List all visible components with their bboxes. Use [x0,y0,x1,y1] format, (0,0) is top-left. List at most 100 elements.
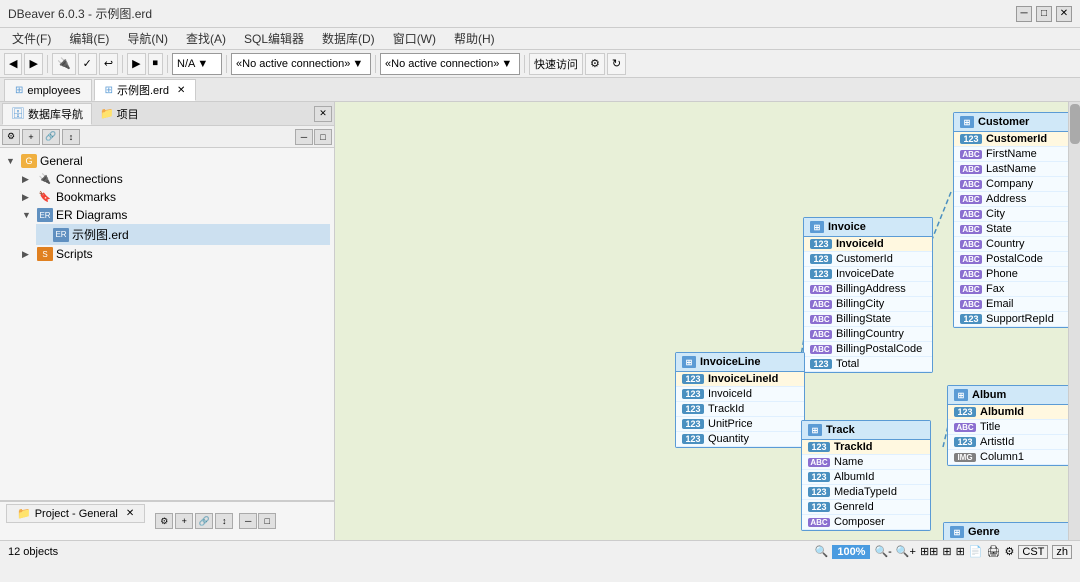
bottom-min-btn[interactable]: ─ [239,513,257,529]
tab-employees[interactable]: ⊞ employees [4,79,92,101]
scrollbar-thumb[interactable] [1070,104,1080,144]
field-total[interactable]: 123 Total [804,357,932,372]
tree-item-general[interactable]: ▼ G General [4,152,330,170]
bottom-nav-btn[interactable]: ↕ [215,513,233,529]
tab-erd[interactable]: ⊞ 示例图.erd ✕ [94,79,197,101]
field-company[interactable]: ABC Company [954,177,1080,192]
minimize-button[interactable]: ─ [1016,6,1032,22]
field-city[interactable]: ABC City [954,207,1080,222]
tree-expand-bk[interactable]: ▶ [22,192,34,203]
sidebar-link-btn[interactable]: 🔗 [42,129,60,145]
table-invoiceline[interactable]: ⊞ InvoiceLine 123 InvoiceLineId 123 Invo… [675,352,805,448]
table-track[interactable]: ⊞ Track 123 TrackId ABC Name 123 AlbumId… [801,420,931,531]
field-albumid[interactable]: 123 AlbumId [948,405,1076,420]
field-t-name[interactable]: ABC Name [802,455,930,470]
table-customer[interactable]: ⊞ Customer 123 CustomerId ABC FirstName … [953,112,1080,328]
toolbar-forward[interactable]: ▶ [24,53,42,75]
field-trackid[interactable]: 123 TrackId [676,402,804,417]
field-genreid[interactable]: 123 GenreId [802,500,930,515]
sidebar-new-btn[interactable]: + [22,129,40,145]
status-tools3[interactable]: ⊞ [956,545,965,558]
toolbar-commit[interactable]: ✓ [78,53,97,75]
sidebar-collapse-btn[interactable]: ⚙ [2,129,20,145]
zoom-out-btn[interactable]: 🔍- [874,545,891,558]
field-state[interactable]: ABC State [954,222,1080,237]
sidebar-min-btn[interactable]: ─ [295,129,313,145]
tree-item-scripts[interactable]: ▶ S Scripts [20,245,330,263]
toolbar-rollback[interactable]: ↩ [99,53,118,75]
field-email[interactable]: ABC Email [954,297,1080,312]
tree-item-connections[interactable]: ▶ 🔌 Connections [20,170,330,188]
sidebar-max-btn[interactable]: □ [314,129,332,145]
search-icon[interactable]: 🔍 [815,545,829,558]
field-billingpostalcode[interactable]: ABC BillingPostalCode [804,342,932,357]
close-button[interactable]: ✕ [1056,6,1072,22]
menu-file[interactable]: 文件(F) [4,28,59,49]
field-il-invoiceid[interactable]: 123 InvoiceId [676,387,804,402]
menu-edit[interactable]: 编辑(E) [61,28,117,49]
bottom-tab-project[interactable]: 📁 Project - General ✕ [6,504,145,523]
field-a-artistid[interactable]: 123 ArtistId [948,435,1076,450]
sidebar-close-btn[interactable]: ✕ [314,106,332,122]
status-tools1[interactable]: ⊞⊞ [920,545,938,558]
toolbar-connect[interactable]: 🔌 [52,53,76,75]
status-settings[interactable]: ⚙ [1005,545,1015,558]
quick-access-button[interactable]: 快速访问 [529,53,583,75]
field-address[interactable]: ABC Address [954,192,1080,207]
tree-item-bookmarks[interactable]: ▶ 🔖 Bookmarks [20,188,330,206]
field-inv-customerid[interactable]: 123 CustomerId [804,252,932,267]
field-postalcode[interactable]: ABC PostalCode [954,252,1080,267]
sidebar-tab-navigator[interactable]: 🗄 数据库导航 [2,103,92,125]
menu-nav[interactable]: 导航(N) [119,28,176,49]
field-supportrepid[interactable]: 123 SupportRepId [954,312,1080,327]
table-invoice[interactable]: ⊞ Invoice 123 InvoiceId 123 CustomerId 1… [803,217,933,373]
bottom-add-btn[interactable]: + [175,513,193,529]
bottom-settings-btn[interactable]: ⚙ [155,513,173,529]
field-billingcity[interactable]: ABC BillingCity [804,297,932,312]
field-mediatypeid[interactable]: 123 MediaTypeId [802,485,930,500]
field-lastname[interactable]: ABC LastName [954,162,1080,177]
field-billingcountry[interactable]: ABC BillingCountry [804,327,932,342]
tree-expand-er[interactable]: ▼ [22,210,34,220]
bottom-link-btn[interactable]: 🔗 [195,513,213,529]
toolbar-stop[interactable]: ⏹ [148,53,164,75]
field-invoiceid[interactable]: 123 InvoiceId [804,237,932,252]
field-composer[interactable]: ABC Composer [802,515,930,530]
tree-item-er-diagrams[interactable]: ▼ ER ER Diagrams [20,206,330,224]
tree-expand-conn[interactable]: ▶ [22,174,34,185]
field-quantity[interactable]: 123 Quantity [676,432,804,447]
field-t-trackid[interactable]: 123 TrackId [802,440,930,455]
erd-canvas[interactable]: ⊞ Customer 123 CustomerId ABC FirstName … [335,102,1080,540]
sidebar-tab-project[interactable]: 📁 项目 [92,103,147,125]
menu-window[interactable]: 窗口(W) [385,28,444,49]
field-country[interactable]: ABC Country [954,237,1080,252]
maximize-button[interactable]: □ [1036,6,1052,22]
toolbar-na-dropdown[interactable]: N/A ▼ [172,53,222,75]
field-unitprice[interactable]: 123 UnitPrice [676,417,804,432]
field-invoicedate[interactable]: 123 InvoiceDate [804,267,932,282]
menu-help[interactable]: 帮助(H) [446,28,503,49]
table-album[interactable]: ⊞ Album 123 AlbumId ABC Title 123 Artist… [947,385,1077,466]
tab-erd-close[interactable]: ✕ [177,85,185,96]
field-firstname[interactable]: ABC FirstName [954,147,1080,162]
field-billingstate[interactable]: ABC BillingState [804,312,932,327]
bottom-max-btn[interactable]: □ [258,513,276,529]
tree-item-example-erd[interactable]: ER 示例图.erd [36,224,330,245]
toolbar-back[interactable]: ◀ [4,53,22,75]
toolbar-settings[interactable]: ⚙ [585,53,605,75]
status-print[interactable]: 🖨 [987,545,1001,558]
sidebar-nav-btn[interactable]: ↕ [62,129,80,145]
toolbar-refresh[interactable]: ↻ [607,53,626,75]
bottom-tab-close[interactable]: ✕ [126,508,134,519]
status-tools2[interactable]: ⊞ [942,545,951,558]
tree-expand-general[interactable]: ▼ [6,156,18,166]
field-phone[interactable]: ABC Phone [954,267,1080,282]
menu-db[interactable]: 数据库(D) [314,28,383,49]
status-export[interactable]: 📄 [969,545,983,558]
field-a-column1[interactable]: IMG Column1 [948,450,1076,465]
field-customerid[interactable]: 123 CustomerId [954,132,1080,147]
toolbar-connection2[interactable]: «No active connection» ▼ [380,53,520,75]
zoom-in-btn[interactable]: 🔍+ [896,545,916,558]
tree-expand-scripts[interactable]: ▶ [22,249,34,260]
field-fax[interactable]: ABC Fax [954,282,1080,297]
